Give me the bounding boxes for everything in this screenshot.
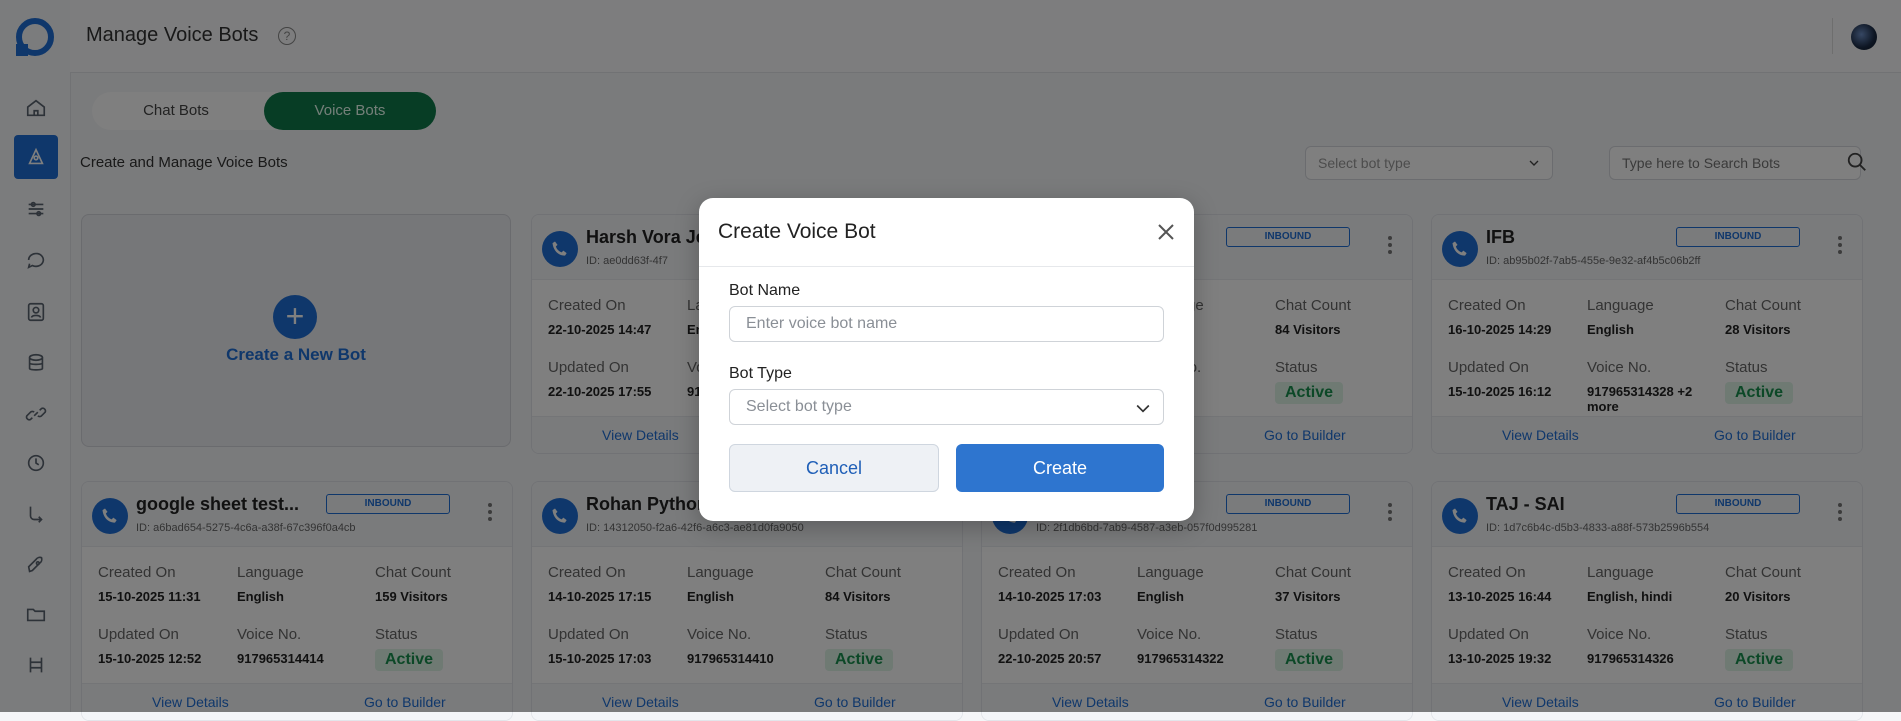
modal-header: Create Voice Bot <box>699 198 1194 267</box>
modal-title: Create Voice Bot <box>718 220 876 243</box>
close-icon[interactable] <box>1154 220 1178 244</box>
bot-name-input[interactable] <box>729 306 1164 342</box>
create-button[interactable]: Create <box>956 444 1164 492</box>
bot-type-select[interactable]: Select bot type <box>729 389 1164 425</box>
bot-name-label: Bot Name <box>729 282 801 299</box>
cancel-button[interactable]: Cancel <box>729 444 939 492</box>
create-voice-bot-modal: Create Voice Bot Bot Name Bot Type Selec… <box>699 198 1194 521</box>
bot-type-select-placeholder: Select bot type <box>746 398 852 415</box>
chevron-down-icon <box>1136 404 1150 413</box>
bot-type-label: Bot Type <box>729 365 792 382</box>
